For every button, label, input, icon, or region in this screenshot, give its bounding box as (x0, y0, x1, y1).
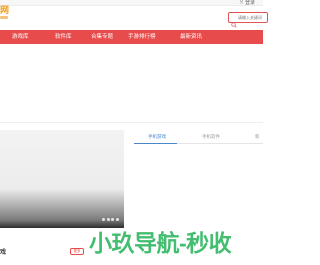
slider-dot[interactable] (115, 218, 119, 221)
slider-dots (102, 218, 119, 221)
active-tab-indicator (134, 143, 177, 144)
search-icon[interactable] (231, 15, 237, 28)
banner-slider[interactable] (0, 130, 124, 228)
slider-dot[interactable] (106, 218, 110, 221)
top-utility-bar: 登录 (0, 0, 263, 6)
login-link[interactable]: 登录 (239, 0, 255, 6)
slider-dot[interactable] (111, 218, 114, 221)
login-label: 登录 (244, 0, 255, 6)
nav-item-collections[interactable]: 合集专题 (91, 30, 113, 44)
search-input[interactable] (238, 15, 268, 20)
user-icon (239, 0, 244, 6)
nav-item-software-library[interactable]: 软件库 (55, 30, 72, 44)
tab-new[interactable]: 新 (255, 130, 260, 144)
watermark: 小玖导航-秒收 (89, 230, 232, 256)
nav-item-latest-news[interactable]: 最新资讯 (180, 30, 202, 44)
slider-dot[interactable] (102, 218, 105, 221)
search-box[interactable] (228, 12, 268, 28)
section-title: 戏 (0, 250, 7, 256)
tab-bar: 手机游戏 手机软件 新 (134, 130, 263, 144)
divider (0, 122, 263, 123)
logo-tagline (0, 16, 8, 19)
more-button[interactable]: 更多 (70, 248, 84, 255)
nav-item-mobile-ranking[interactable]: 手游排行榜 (128, 30, 156, 44)
tab-mobile-games[interactable]: 手机游戏 (148, 130, 166, 144)
tab-mobile-software[interactable]: 手机软件 (202, 130, 220, 144)
main-nav: 游戏库 软件库 合集专题 手游排行榜 最新资讯 (0, 30, 263, 44)
nav-item-game-library[interactable]: 游戏库 (12, 30, 29, 44)
site-logo[interactable]: 网 (0, 6, 9, 15)
